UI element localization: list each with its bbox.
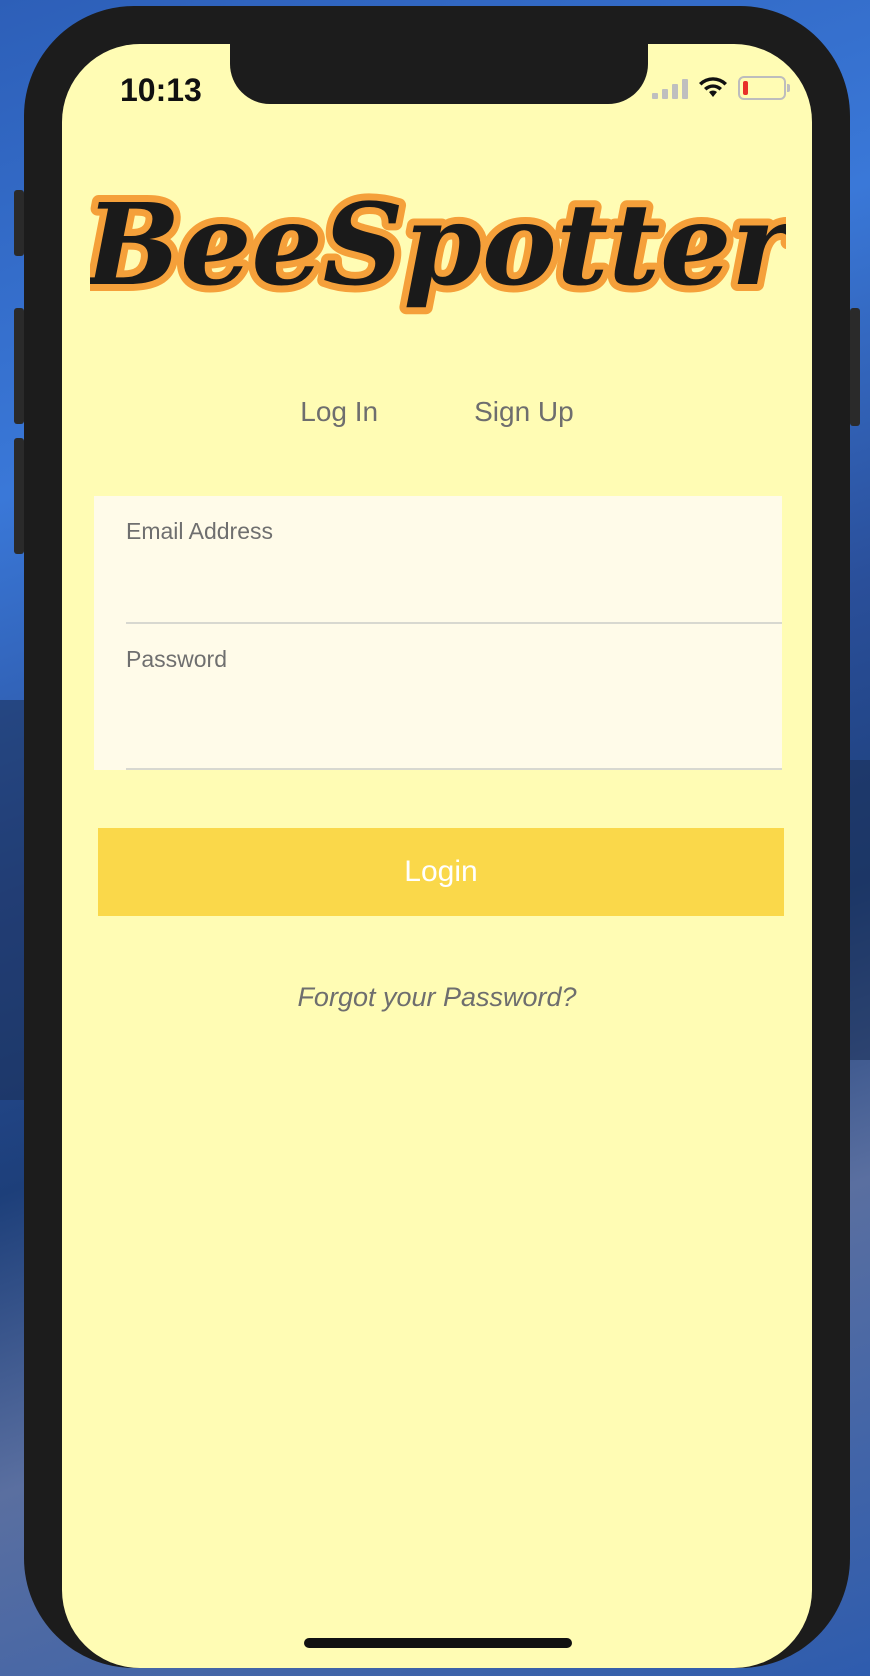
email-input[interactable] [126, 558, 750, 600]
email-label: Email Address [126, 518, 274, 544]
auth-tabs: Log In Sign Up [62, 396, 812, 428]
password-field[interactable]: Password [126, 646, 782, 770]
password-label: Password [126, 646, 227, 672]
cellular-signal-icon [652, 77, 688, 99]
status-icons [652, 76, 790, 100]
volume-down-button [14, 438, 24, 554]
app-logo: BeeSpotter [90, 173, 786, 318]
password-input[interactable] [126, 686, 750, 728]
wallpaper-streak [0, 700, 24, 1100]
battery-icon [738, 76, 790, 100]
login-button[interactable]: Login [98, 828, 784, 916]
email-underline [126, 622, 782, 624]
wifi-icon [699, 77, 727, 97]
mute-switch [14, 190, 24, 256]
tab-sign-up[interactable]: Sign Up [474, 396, 574, 428]
status-time: 10:13 [120, 72, 202, 108]
app-logo-text: BeeSpotter [90, 180, 786, 311]
home-indicator[interactable] [304, 1638, 572, 1648]
camera-notch [230, 44, 648, 104]
tab-log-in[interactable]: Log In [300, 396, 378, 428]
password-underline [126, 768, 782, 770]
power-button [850, 308, 860, 426]
volume-up-button [14, 308, 24, 424]
login-form: Email Address Password [94, 496, 782, 770]
app-screen: 10:13 BeeSpotter Log In Sign Up Email Ad… [62, 44, 812, 1668]
email-field[interactable]: Email Address [126, 518, 782, 624]
forgot-password-link[interactable]: Forgot your Password? [62, 982, 812, 1013]
